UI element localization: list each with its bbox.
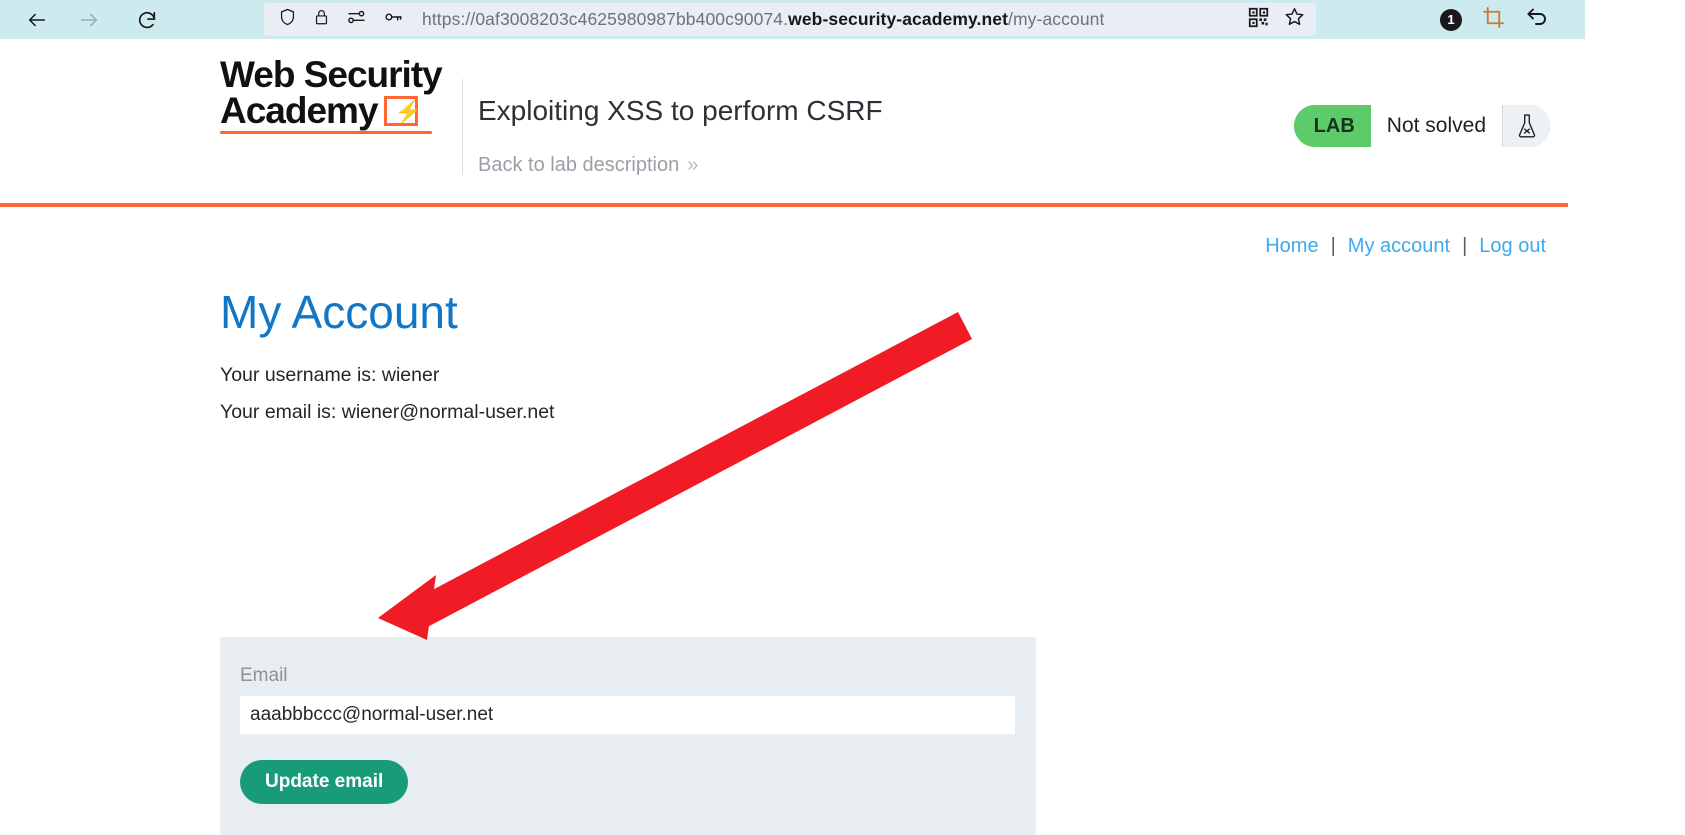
account-username-text: Your username is: wiener <box>220 364 440 386</box>
page-body: Web Security Academy ⚡ Exploiting XSS to… <box>0 39 1568 835</box>
account-heading: My Account <box>220 286 458 338</box>
site-logo[interactable]: Web Security Academy ⚡ <box>220 54 452 134</box>
logo-line-2: Academy <box>220 89 379 131</box>
chevron-right-icon: » <box>687 154 699 176</box>
browser-extension-icons: 1 <box>1440 0 1549 39</box>
logo-underline <box>220 130 432 134</box>
status-badge-state: Not solved <box>1370 105 1502 147</box>
site-header: Web Security Academy ⚡ Exploiting XSS to… <box>0 39 1568 207</box>
status-badge: LAB Not solved <box>1293 105 1550 147</box>
lightning-flask-icon: ⚡ <box>383 95 422 126</box>
forward-arrow-icon <box>78 9 100 31</box>
address-bar-actions <box>1248 6 1306 33</box>
flask-x-icon <box>1502 105 1550 147</box>
logo-row-2: Academy ⚡ <box>220 89 452 131</box>
notification-count-badge[interactable]: 1 <box>1440 8 1462 31</box>
sliders-icon[interactable] <box>346 7 367 32</box>
header-divider <box>462 79 463 175</box>
address-bar[interactable]: https://0af3008203c4625980987bb400c90074… <box>264 3 1316 36</box>
logo-line-1: Web Security <box>220 54 443 95</box>
back-arrow-icon[interactable] <box>26 9 48 31</box>
nav-separator-2: | <box>1462 235 1468 257</box>
back-to-lab-label: Back to lab description <box>478 154 680 176</box>
reload-icon[interactable] <box>136 9 158 31</box>
status-badge-tag: LAB <box>1293 105 1371 147</box>
lock-icon[interactable] <box>313 7 330 32</box>
browser-nav-buttons <box>0 9 158 31</box>
back-to-lab-description-link[interactable]: Back to lab description » <box>478 154 698 177</box>
address-bar-icons <box>278 7 404 32</box>
nav-link-my-account[interactable]: My account <box>1348 235 1450 258</box>
crop-icon[interactable] <box>1482 6 1505 34</box>
update-email-form: Email Update email <box>220 637 1036 835</box>
account-email-text: Your email is: wiener@normal-user.net <box>220 401 555 423</box>
nav-link-home[interactable]: Home <box>1265 235 1318 258</box>
url-prefix: https://0af3008203c4625980987bb400c90074… <box>422 9 789 29</box>
qr-code-icon[interactable] <box>1248 7 1269 33</box>
key-icon[interactable] <box>383 7 404 32</box>
url-domain: web-security-academy.net <box>788 9 1009 29</box>
email-input[interactable] <box>240 696 1015 734</box>
nav-link-log-out[interactable]: Log out <box>1479 235 1546 258</box>
account-nav: Home | My account | Log out <box>1265 235 1546 258</box>
email-field-label: Email <box>240 665 288 686</box>
nav-separator-1: | <box>1330 235 1336 257</box>
shield-icon[interactable] <box>278 7 297 32</box>
url-text[interactable]: https://0af3008203c4625980987bb400c90074… <box>422 9 1104 30</box>
undo-arrow-icon[interactable] <box>1525 5 1549 34</box>
bookmark-star-icon[interactable] <box>1283 6 1306 33</box>
url-path: /my-account <box>1008 9 1105 29</box>
page-title: Exploiting XSS to perform CSRF <box>478 95 883 126</box>
update-email-button[interactable]: Update email <box>240 760 409 804</box>
browser-toolbar: https://0af3008203c4625980987bb400c90074… <box>0 0 1585 39</box>
